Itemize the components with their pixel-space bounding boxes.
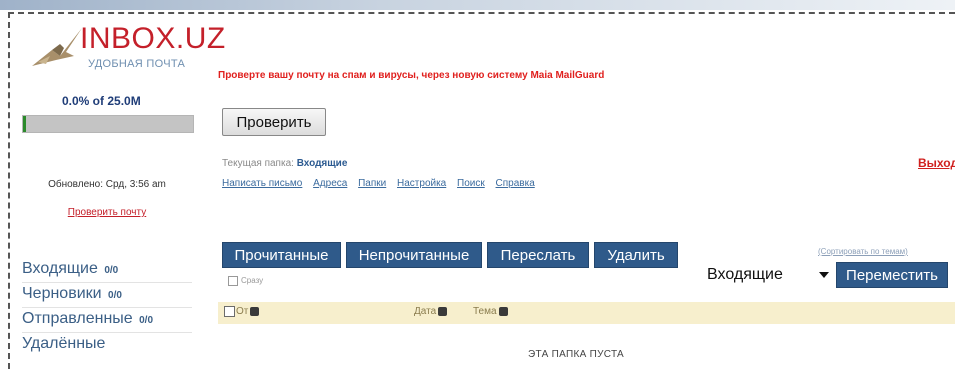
column-from[interactable]: От bbox=[224, 306, 260, 318]
immediately-option[interactable]: Сразу bbox=[228, 276, 263, 286]
check-mail-link[interactable]: Проверить почту bbox=[22, 207, 192, 218]
nav-search[interactable]: Поиск bbox=[457, 178, 485, 189]
folder-label: Удалённые bbox=[22, 335, 106, 352]
column-subject-label: Тема bbox=[473, 306, 497, 317]
message-list-header: От Дата Тема bbox=[218, 302, 955, 324]
empty-folder-message: ЭТА ПАПКА ПУСТА bbox=[528, 349, 624, 360]
immediately-label: Сразу bbox=[241, 276, 264, 286]
updated-status: Обновлено: Срд, 3:56 am bbox=[48, 179, 166, 190]
quota-bar bbox=[22, 115, 194, 133]
folder-label: Входящие bbox=[22, 260, 98, 277]
sort-icon[interactable] bbox=[498, 306, 508, 316]
folder-trash[interactable]: Удалённые bbox=[22, 333, 192, 355]
column-date-label: Дата bbox=[414, 306, 437, 317]
current-folder-prefix: Текущая папка: bbox=[222, 158, 294, 169]
brand-subtitle: УДОБНАЯ ПОЧТА bbox=[88, 58, 186, 70]
folder-drafts[interactable]: Черновики 0/0 bbox=[22, 283, 192, 308]
folder-list: Входящие 0/0 Черновики 0/0 Отправленные … bbox=[22, 258, 192, 355]
folder-label: Черновики bbox=[22, 285, 102, 302]
sort-icon[interactable] bbox=[438, 306, 448, 316]
folder-count: 0/0 bbox=[104, 265, 119, 276]
folder-sent[interactable]: Отправленные 0/0 bbox=[22, 308, 192, 333]
column-from-label: От bbox=[236, 306, 249, 318]
folder-count: 0/0 bbox=[108, 290, 122, 301]
move-button[interactable]: Переместить bbox=[836, 262, 948, 288]
nav-compose[interactable]: Написать письмо bbox=[222, 178, 302, 189]
nav-settings[interactable]: Настройка bbox=[397, 178, 446, 189]
folder-count: 0/0 bbox=[139, 315, 154, 326]
select-all-checkbox[interactable] bbox=[224, 306, 235, 317]
dashed-border-left bbox=[8, 12, 10, 369]
spam-notice: Проверте вашу почту на спам и вирусы, че… bbox=[218, 70, 605, 81]
quota-text: 0.0% of 25.0M bbox=[62, 94, 141, 108]
mark-unread-button[interactable]: Непрочитанные bbox=[346, 242, 482, 268]
nav-help[interactable]: Справка bbox=[496, 178, 535, 189]
quota-bar-fill bbox=[23, 116, 26, 132]
bird-logo-icon bbox=[32, 28, 82, 66]
delete-button[interactable]: Удалить bbox=[594, 242, 678, 268]
nav-folders[interactable]: Папки bbox=[358, 178, 386, 189]
column-date[interactable]: Дата bbox=[414, 306, 448, 317]
nav-links: Написать письмо Адреса Папки Настройка П… bbox=[222, 178, 543, 189]
target-folder-value: Входящие bbox=[707, 266, 783, 283]
background-strip bbox=[0, 0, 955, 10]
forward-button[interactable]: Переслать bbox=[487, 242, 589, 268]
current-folder-name: Входящие bbox=[296, 158, 348, 169]
check-button[interactable]: Проверить bbox=[222, 108, 326, 136]
folder-label: Отправленные bbox=[22, 310, 133, 327]
column-subject[interactable]: Тема bbox=[473, 306, 508, 317]
sort-icon[interactable] bbox=[250, 307, 260, 316]
current-folder: Текущая папка: Входящие bbox=[222, 158, 347, 169]
mark-read-button[interactable]: Прочитанные bbox=[222, 242, 341, 268]
sort-by-thread-link[interactable]: (Сортировать по темам) bbox=[818, 247, 908, 256]
logout-link[interactable]: Выход bbox=[918, 156, 955, 170]
chevron-down-icon bbox=[819, 272, 829, 278]
immediately-checkbox[interactable] bbox=[228, 276, 238, 286]
target-folder-select[interactable]: Входящие bbox=[707, 262, 833, 288]
brand-title: INBOX.UZ bbox=[80, 22, 226, 55]
dashed-border-top bbox=[8, 12, 955, 14]
nav-addresses[interactable]: Адреса bbox=[313, 178, 347, 189]
folder-inbox[interactable]: Входящие 0/0 bbox=[22, 258, 192, 283]
